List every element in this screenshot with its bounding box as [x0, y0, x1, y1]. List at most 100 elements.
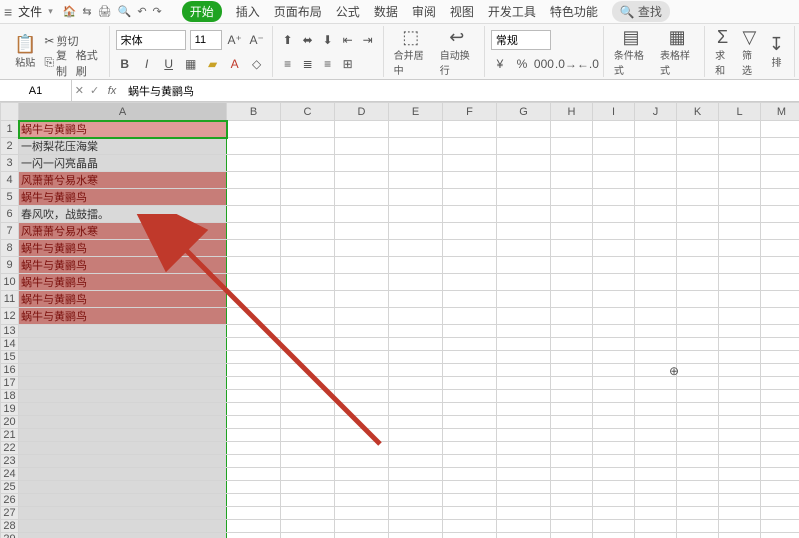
row-header[interactable]: 6: [1, 206, 19, 223]
number-format-select[interactable]: [491, 30, 551, 50]
cell[interactable]: [719, 520, 761, 533]
cell[interactable]: [551, 429, 593, 442]
tab-start[interactable]: 开始: [182, 1, 222, 22]
cell[interactable]: [389, 338, 443, 351]
cell[interactable]: [593, 429, 635, 442]
cell[interactable]: [281, 520, 335, 533]
cell[interactable]: [761, 351, 799, 364]
cell[interactable]: [389, 240, 443, 257]
cell[interactable]: [551, 223, 593, 240]
cell[interactable]: [389, 390, 443, 403]
cell[interactable]: [389, 223, 443, 240]
cell[interactable]: [719, 155, 761, 172]
cell[interactable]: [389, 138, 443, 155]
cell[interactable]: [335, 155, 389, 172]
cell[interactable]: [281, 121, 335, 138]
cell[interactable]: [389, 507, 443, 520]
comma-icon[interactable]: 000: [535, 55, 553, 73]
cell[interactable]: [635, 481, 677, 494]
cell[interactable]: [761, 274, 799, 291]
cell[interactable]: [719, 121, 761, 138]
align-center-icon[interactable]: ≣: [299, 55, 317, 73]
cell[interactable]: [635, 377, 677, 390]
cell[interactable]: [677, 364, 719, 377]
cell[interactable]: [497, 377, 551, 390]
row-header[interactable]: 11: [1, 291, 19, 308]
menu-icon[interactable]: ≡: [4, 4, 12, 20]
cell[interactable]: [677, 520, 719, 533]
formula-input[interactable]: [122, 80, 799, 101]
cell[interactable]: [677, 240, 719, 257]
cell[interactable]: [551, 338, 593, 351]
cell[interactable]: [761, 223, 799, 240]
name-box[interactable]: [0, 80, 72, 101]
cell[interactable]: [497, 155, 551, 172]
cell[interactable]: [443, 533, 497, 538]
cell[interactable]: [593, 390, 635, 403]
row-header[interactable]: 1: [1, 121, 19, 138]
cell[interactable]: [227, 257, 281, 274]
cell[interactable]: [281, 308, 335, 325]
tab-data[interactable]: 数据: [374, 3, 398, 20]
cell[interactable]: [389, 416, 443, 429]
cell[interactable]: [443, 325, 497, 338]
cell[interactable]: [677, 172, 719, 189]
cell[interactable]: [227, 416, 281, 429]
cell[interactable]: [593, 308, 635, 325]
cell[interactable]: [389, 206, 443, 223]
cell[interactable]: [719, 172, 761, 189]
cell[interactable]: [19, 403, 227, 416]
cell[interactable]: [761, 390, 799, 403]
cell[interactable]: [19, 351, 227, 364]
cell[interactable]: [443, 257, 497, 274]
row-header[interactable]: 21: [1, 429, 19, 442]
cell[interactable]: [497, 364, 551, 377]
cell[interactable]: [677, 390, 719, 403]
cell[interactable]: [227, 138, 281, 155]
cell[interactable]: [635, 291, 677, 308]
cell[interactable]: [19, 533, 227, 538]
cell[interactable]: [335, 455, 389, 468]
cell[interactable]: [677, 206, 719, 223]
cell[interactable]: [497, 351, 551, 364]
cell[interactable]: [719, 257, 761, 274]
cell[interactable]: [19, 416, 227, 429]
cell[interactable]: [281, 223, 335, 240]
currency-icon[interactable]: ¥: [491, 55, 509, 73]
cell[interactable]: [497, 223, 551, 240]
align-bottom-icon[interactable]: ⬇: [319, 31, 337, 49]
cell[interactable]: [443, 308, 497, 325]
cell[interactable]: [677, 257, 719, 274]
col-header-E[interactable]: E: [389, 103, 443, 121]
row-header[interactable]: 13: [1, 325, 19, 338]
cell[interactable]: [677, 189, 719, 206]
cell[interactable]: [281, 390, 335, 403]
cell[interactable]: [677, 429, 719, 442]
cell[interactable]: [593, 291, 635, 308]
cell[interactable]: [227, 172, 281, 189]
cell[interactable]: [335, 351, 389, 364]
cell[interactable]: [635, 494, 677, 507]
row-header[interactable]: 12: [1, 308, 19, 325]
cell[interactable]: [593, 257, 635, 274]
cell[interactable]: [677, 442, 719, 455]
cell[interactable]: [677, 223, 719, 240]
cell[interactable]: [719, 223, 761, 240]
cell[interactable]: 蜗牛与黄鹂鸟: [19, 274, 227, 291]
row-header[interactable]: 3: [1, 155, 19, 172]
cell[interactable]: [635, 429, 677, 442]
cell[interactable]: [227, 325, 281, 338]
cell[interactable]: [497, 257, 551, 274]
cell[interactable]: 春风吹，战鼓擂。: [19, 206, 227, 223]
cell[interactable]: [551, 189, 593, 206]
cell[interactable]: [635, 338, 677, 351]
cell[interactable]: [227, 121, 281, 138]
cell[interactable]: [551, 308, 593, 325]
cell[interactable]: [593, 274, 635, 291]
cell[interactable]: [551, 481, 593, 494]
cell[interactable]: [677, 325, 719, 338]
cell[interactable]: [719, 189, 761, 206]
cell[interactable]: [497, 442, 551, 455]
select-all-corner[interactable]: [1, 103, 19, 121]
cell[interactable]: [497, 291, 551, 308]
